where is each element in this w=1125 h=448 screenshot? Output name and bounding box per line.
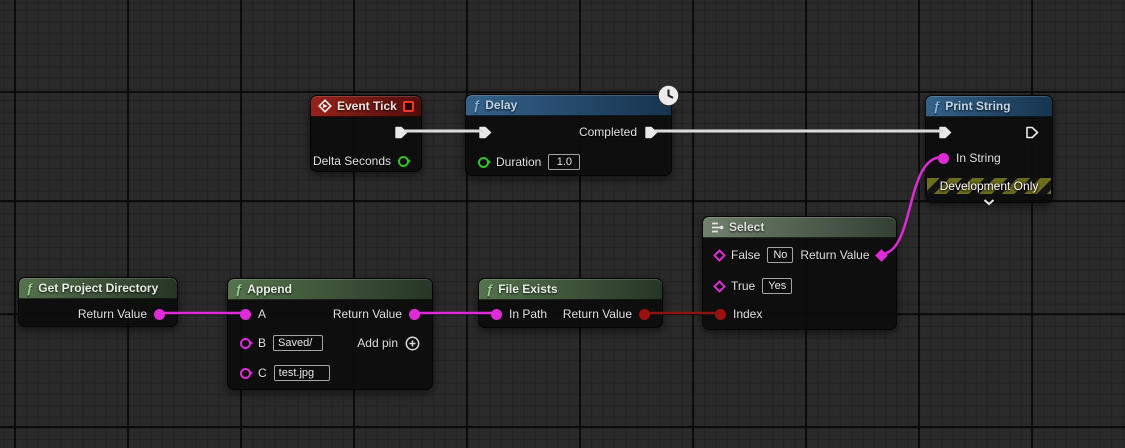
node-print-string[interactable]: ƒ Print String In String Development Onl… — [925, 95, 1053, 203]
pin-label-in-path: In Path — [509, 307, 547, 321]
pin-b[interactable] — [240, 338, 251, 349]
exec-out-pin[interactable] — [1025, 125, 1040, 140]
node-title: Append — [247, 282, 292, 296]
node-title: Delay — [485, 98, 517, 112]
add-pin-button[interactable]: Add pin — [357, 336, 420, 351]
node-title: Select — [729, 220, 764, 234]
pin-label-c: C — [258, 366, 267, 380]
node-header[interactable]: ƒ File Exists — [479, 279, 662, 300]
pin-c-input[interactable] — [274, 365, 330, 381]
return-value-pin[interactable] — [409, 309, 420, 320]
pin-label-return-value: Return Value — [563, 307, 632, 321]
node-header[interactable]: ƒ Print String — [926, 96, 1052, 117]
duration-pin[interactable] — [478, 157, 489, 168]
delegate-pin[interactable] — [403, 101, 414, 112]
pin-label-duration: Duration — [496, 155, 541, 169]
add-pin-label: Add pin — [357, 336, 398, 350]
pin-label-return-value: Return Value — [800, 248, 869, 262]
node-title: Print String — [945, 99, 1010, 113]
event-icon — [318, 99, 332, 113]
pin-label-in-string: In String — [956, 151, 1001, 165]
node-file-exists[interactable]: ƒ File Exists In Path Return Value — [478, 278, 663, 328]
latent-clock-icon — [657, 84, 680, 110]
blueprint-graph-canvas[interactable]: Event Tick Delta Seconds ƒ Delay — [0, 0, 1125, 448]
true-option-pin[interactable] — [713, 280, 726, 293]
return-value-pin[interactable] — [154, 309, 165, 320]
node-header[interactable]: ƒ Get Project Directory — [19, 278, 177, 299]
true-value-input[interactable] — [762, 278, 792, 294]
wire-layer — [0, 0, 1125, 448]
pin-c[interactable] — [240, 368, 251, 379]
pin-label-a: A — [258, 307, 266, 321]
pin-label-return-value: Return Value — [333, 307, 402, 321]
function-icon: ƒ — [473, 99, 480, 112]
node-header[interactable]: Select — [703, 217, 896, 238]
pin-label-index: Index — [733, 307, 762, 321]
completed-exec-out-pin[interactable] — [644, 125, 659, 140]
return-value-pin[interactable] — [639, 309, 650, 320]
pin-label-true: True — [731, 279, 755, 293]
exec-out-pin[interactable] — [394, 125, 409, 140]
exec-in-pin[interactable] — [478, 125, 493, 140]
in-path-pin[interactable] — [491, 309, 502, 320]
pin-label-completed: Completed — [579, 125, 637, 139]
duration-input[interactable] — [548, 154, 580, 170]
function-icon: ƒ — [933, 100, 940, 113]
node-header[interactable]: ƒ Delay — [466, 95, 671, 116]
node-title: Event Tick — [337, 99, 397, 113]
node-title: File Exists — [498, 282, 557, 296]
node-header[interactable]: Event Tick — [311, 96, 421, 117]
node-delay[interactable]: ƒ Delay Completed Duration — [465, 94, 672, 176]
node-get-project-directory[interactable]: ƒ Get Project Directory Return Value — [18, 277, 178, 327]
node-header[interactable]: ƒ Append — [228, 279, 432, 300]
exec-in-pin[interactable] — [938, 125, 953, 140]
function-icon: ƒ — [235, 283, 242, 296]
false-option-pin[interactable] — [713, 249, 726, 262]
delta-seconds-pin[interactable] — [398, 156, 409, 167]
pin-a[interactable] — [240, 309, 251, 320]
node-title: Get Project Directory — [38, 281, 158, 295]
false-value-input[interactable] — [767, 247, 793, 263]
pin-label-return-value: Return Value — [78, 307, 147, 321]
node-event-tick[interactable]: Event Tick Delta Seconds — [310, 95, 422, 172]
add-pin-icon — [405, 336, 420, 351]
node-append[interactable]: ƒ Append A Return Value B Add pin — [227, 278, 433, 390]
pin-label-false: False — [731, 248, 760, 262]
function-icon: ƒ — [26, 282, 33, 295]
pin-label-delta-seconds: Delta Seconds — [313, 154, 391, 168]
pin-label-b: B — [258, 336, 266, 350]
in-string-pin[interactable] — [938, 153, 949, 164]
pin-b-input[interactable] — [273, 335, 323, 351]
return-value-pin[interactable] — [875, 249, 888, 262]
node-select[interactable]: Select False Return Value True Index — [702, 216, 897, 330]
expand-chevron-icon[interactable] — [983, 195, 995, 209]
function-icon: ƒ — [486, 283, 493, 296]
index-pin[interactable] — [715, 309, 726, 320]
select-icon — [710, 221, 724, 234]
development-only-banner: Development Only — [927, 178, 1051, 194]
